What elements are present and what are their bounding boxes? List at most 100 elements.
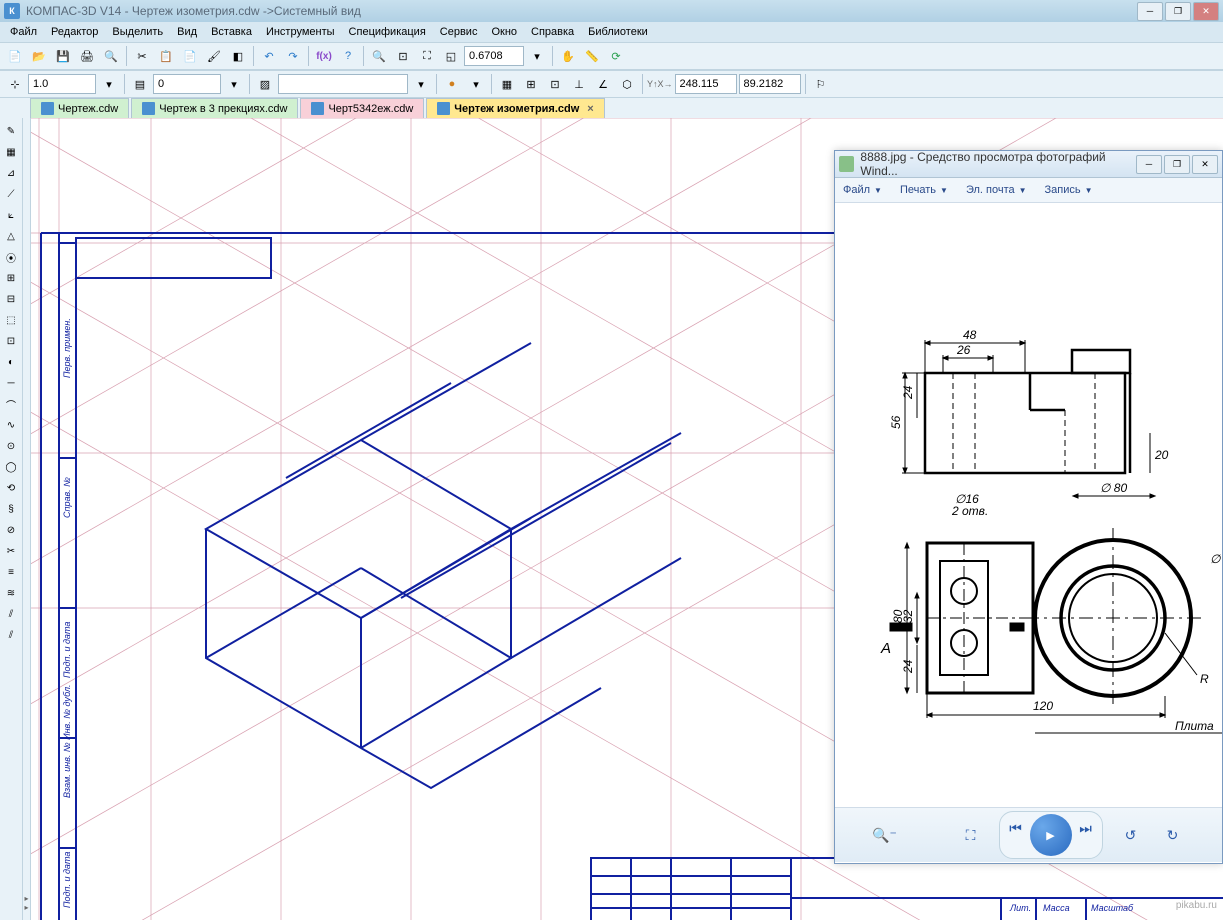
tool-△[interactable]: △ bbox=[2, 227, 20, 245]
coord-x[interactable] bbox=[675, 74, 737, 94]
zoom-dropdown-icon[interactable]: ▾ bbox=[526, 45, 548, 67]
zoom-in-icon[interactable]: 🔍 bbox=[368, 45, 390, 67]
menu-Вставка[interactable]: Вставка bbox=[205, 24, 258, 40]
tool-≋[interactable]: ≋ bbox=[2, 584, 20, 602]
help-icon[interactable]: ? bbox=[337, 45, 359, 67]
menu-Вид[interactable]: Вид bbox=[171, 24, 203, 40]
snap-icon[interactable]: ⊹ bbox=[4, 73, 26, 95]
pv-next-icon[interactable]: ⏭ bbox=[1072, 814, 1100, 842]
pv-menu-Файл[interactable]: Файл▼ bbox=[843, 184, 882, 196]
menu-Выделить[interactable]: Выделить bbox=[106, 24, 169, 40]
preview-icon[interactable]: 🔍 bbox=[100, 45, 122, 67]
new-icon[interactable]: 📄 bbox=[4, 45, 26, 67]
zoom-area-icon[interactable]: ⊡ bbox=[392, 45, 414, 67]
coord-y[interactable] bbox=[739, 74, 801, 94]
undo-icon[interactable]: ↶ bbox=[258, 45, 280, 67]
tool-⫽[interactable]: ⫽ bbox=[2, 605, 20, 623]
iso-icon[interactable]: ⬡ bbox=[616, 73, 638, 95]
tab-Чертеж.cdw[interactable]: Чертеж.cdw bbox=[30, 98, 129, 118]
pv-close-button[interactable]: ✕ bbox=[1192, 155, 1218, 174]
eraser-icon[interactable]: ◧ bbox=[227, 45, 249, 67]
tab-Чертеж изометрия.cdw[interactable]: Чертеж изометрия.cdw× bbox=[426, 98, 604, 118]
tool-⊙[interactable]: ⊙ bbox=[2, 437, 20, 455]
menu-Справка[interactable]: Справка bbox=[525, 24, 580, 40]
tool-⊘[interactable]: ⊘ bbox=[2, 521, 20, 539]
layer-icon[interactable]: ▤ bbox=[129, 73, 151, 95]
tool-⟋[interactable]: ⟋ bbox=[2, 185, 20, 203]
grid-icon[interactable]: ▦ bbox=[496, 73, 518, 95]
tool-⫽[interactable]: ⫽ bbox=[2, 626, 20, 644]
pv-zoom-out-icon[interactable]: 🔍⁻ bbox=[871, 821, 899, 849]
pan-icon[interactable]: ✋ bbox=[557, 45, 579, 67]
pv-slideshow-button[interactable]: ▶ bbox=[1030, 814, 1072, 856]
pv-minimize-button[interactable]: ─ bbox=[1136, 155, 1162, 174]
tool-⬚[interactable]: ⬚ bbox=[2, 311, 20, 329]
drop4-icon[interactable]: ▾ bbox=[465, 73, 487, 95]
tool-✎[interactable]: ✎ bbox=[2, 122, 20, 140]
menu-Спецификация[interactable]: Спецификация bbox=[343, 24, 432, 40]
zoom-obj-icon[interactable]: ◱ bbox=[440, 45, 462, 67]
tool-◯[interactable]: ◯ bbox=[2, 458, 20, 476]
color-icon[interactable]: ● bbox=[441, 73, 463, 95]
line-width-input[interactable] bbox=[28, 74, 96, 94]
pv-menu-Запись[interactable]: Запись▼ bbox=[1045, 184, 1093, 196]
tool-⟀[interactable]: ⟀ bbox=[2, 206, 20, 224]
tool-⊿[interactable]: ⊿ bbox=[2, 164, 20, 182]
tool-⦿[interactable]: ⦿ bbox=[2, 248, 20, 266]
redo-icon[interactable]: ↷ bbox=[282, 45, 304, 67]
pv-rotate-ccw-icon[interactable]: ↺ bbox=[1117, 821, 1145, 849]
tool-◐[interactable]: ◐ bbox=[2, 353, 20, 371]
pv-menu-Печать[interactable]: Печать▼ bbox=[900, 184, 948, 196]
tool-⊟[interactable]: ⊟ bbox=[2, 290, 20, 308]
hatch-input[interactable] bbox=[278, 74, 408, 94]
tool-⊡[interactable]: ⊡ bbox=[2, 332, 20, 350]
fx-icon[interactable]: f(x) bbox=[313, 45, 335, 67]
tab-Черт5342еж.cdw[interactable]: Черт5342еж.cdw bbox=[300, 98, 424, 118]
pv-rotate-cw-icon[interactable]: ↻ bbox=[1159, 821, 1187, 849]
menu-Окно[interactable]: Окно bbox=[485, 24, 523, 40]
ortho-icon[interactable]: ⊥ bbox=[568, 73, 590, 95]
maximize-button[interactable]: ❐ bbox=[1165, 2, 1191, 21]
tool-⌒[interactable]: ⌒ bbox=[2, 395, 20, 413]
pv-prev-icon[interactable]: ⏮ bbox=[1002, 814, 1030, 842]
close-button[interactable]: ✕ bbox=[1193, 2, 1219, 21]
tool-▦[interactable]: ▦ bbox=[2, 143, 20, 161]
minimize-button[interactable]: ─ bbox=[1137, 2, 1163, 21]
save-icon[interactable]: 💾 bbox=[52, 45, 74, 67]
pv-titlebar[interactable]: 8888.jpg - Средство просмотра фотографий… bbox=[835, 151, 1222, 178]
tool-§[interactable]: § bbox=[2, 500, 20, 518]
palette-handle[interactable]: ▸▸ bbox=[23, 118, 31, 920]
refresh-icon[interactable]: ⟳ bbox=[605, 45, 627, 67]
cut-icon[interactable]: ✂ bbox=[131, 45, 153, 67]
layer-input[interactable] bbox=[153, 74, 221, 94]
tool-⊞[interactable]: ⊞ bbox=[2, 269, 20, 287]
grid3-icon[interactable]: ⊡ bbox=[544, 73, 566, 95]
pv-maximize-button[interactable]: ❐ bbox=[1164, 155, 1190, 174]
menu-Файл[interactable]: Файл bbox=[4, 24, 43, 40]
tab-close-icon[interactable]: × bbox=[587, 103, 593, 115]
tool-─[interactable]: ─ bbox=[2, 374, 20, 392]
zoom-fit-icon[interactable]: ⛶ bbox=[416, 45, 438, 67]
paste-icon[interactable]: 📄 bbox=[179, 45, 201, 67]
menu-Библиотеки[interactable]: Библиотеки bbox=[582, 24, 654, 40]
menu-Сервис[interactable]: Сервис bbox=[434, 24, 484, 40]
tab-Чертеж в 3 прекциях.cdw[interactable]: Чертеж в 3 прекциях.cdw bbox=[131, 98, 298, 118]
copy-icon[interactable]: 📋 bbox=[155, 45, 177, 67]
zoom-input[interactable] bbox=[464, 46, 524, 66]
print-icon[interactable]: 🖨 bbox=[76, 45, 98, 67]
drop-icon[interactable]: ▾ bbox=[98, 73, 120, 95]
tool-✂[interactable]: ✂ bbox=[2, 542, 20, 560]
menu-Редактор[interactable]: Редактор bbox=[45, 24, 104, 40]
tool-⟲[interactable]: ⟲ bbox=[2, 479, 20, 497]
menu-Инструменты[interactable]: Инструменты bbox=[260, 24, 341, 40]
angle-icon[interactable]: ∠ bbox=[592, 73, 614, 95]
pv-fit-icon[interactable]: ⛶ bbox=[957, 821, 985, 849]
photo-viewer-window[interactable]: 8888.jpg - Средство просмотра фотографий… bbox=[834, 150, 1223, 864]
tool-∿[interactable]: ∿ bbox=[2, 416, 20, 434]
drop3-icon[interactable]: ▾ bbox=[410, 73, 432, 95]
pv-menu-Эл. почта[interactable]: Эл. почта▼ bbox=[966, 184, 1027, 196]
drop2-icon[interactable]: ▾ bbox=[223, 73, 245, 95]
brush-icon[interactable]: 🖌 bbox=[203, 45, 225, 67]
open-icon[interactable]: 📂 bbox=[28, 45, 50, 67]
measure-icon[interactable]: 📏 bbox=[581, 45, 603, 67]
